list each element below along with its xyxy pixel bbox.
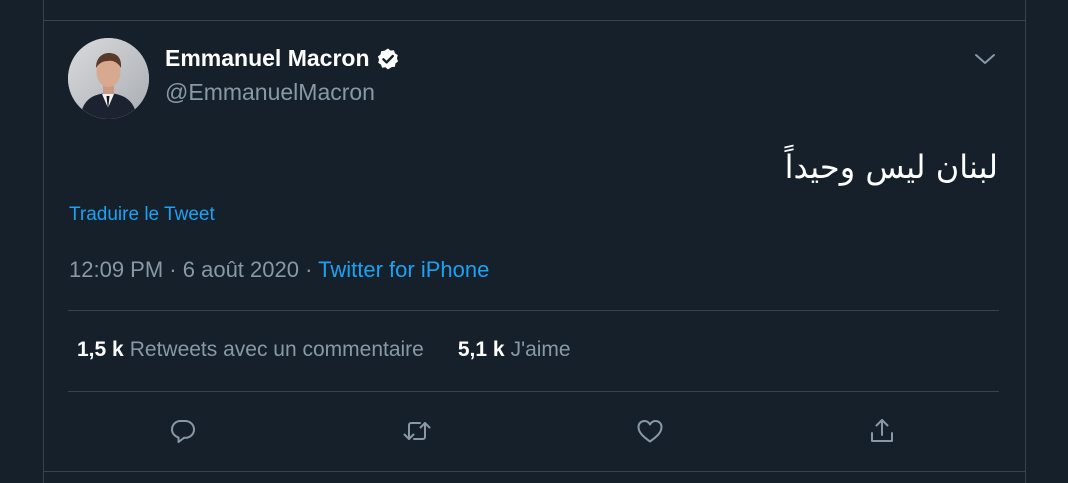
page: Emmanuel Macron @EmmanuelMacron لبنان لي… xyxy=(0,0,1068,483)
retweets-label: Retweets avec un commentaire xyxy=(129,338,424,361)
author-name[interactable]: Emmanuel Macron xyxy=(165,45,400,72)
tweet-stats: 1,5 k Retweets avec un commentaire 5,1 k… xyxy=(77,338,571,362)
tweet-actions xyxy=(44,413,1025,453)
tweet-source-link[interactable]: Twitter for iPhone xyxy=(318,257,489,282)
avatar[interactable] xyxy=(68,38,149,119)
reply-button[interactable] xyxy=(165,413,201,449)
stats-bottom-divider xyxy=(68,391,999,392)
likes-stat[interactable]: 5,1 k J'aime xyxy=(458,338,571,362)
likes-count: 5,1 k xyxy=(457,338,505,361)
author-handle[interactable]: @EmmanuelMacron xyxy=(165,79,375,106)
stats-top-divider xyxy=(68,310,999,311)
retweets-stat[interactable]: 1,5 k Retweets avec un commentaire xyxy=(77,338,424,362)
author-name-text: Emmanuel Macron xyxy=(165,45,370,71)
reply-icon xyxy=(171,420,195,443)
chevron-down-icon[interactable] xyxy=(972,50,998,68)
bottom-divider xyxy=(44,471,1025,472)
tweet-date[interactable]: 6 août 2020 xyxy=(183,257,299,282)
tweet-metadata: 12:09 PM · 6 août 2020 · Twitter for iPh… xyxy=(69,257,489,283)
meta-separator: · xyxy=(169,257,183,282)
share-button[interactable] xyxy=(864,413,900,449)
meta-separator: · xyxy=(305,257,319,282)
avatar-photo xyxy=(68,38,149,119)
share-icon xyxy=(871,419,893,442)
translate-tweet-link[interactable]: Traduire le Tweet xyxy=(69,204,215,226)
verified-badge-icon xyxy=(376,47,400,71)
like-button[interactable] xyxy=(632,413,668,449)
tweet-time[interactable]: 12:09 PM xyxy=(69,257,163,282)
tweet-body: لبنان ليس وحيداً xyxy=(784,148,998,186)
like-icon xyxy=(637,420,663,443)
top-divider xyxy=(44,20,1025,21)
tweet-column: Emmanuel Macron @EmmanuelMacron لبنان لي… xyxy=(43,0,1026,483)
retweet-icon xyxy=(403,422,431,440)
likes-label: J'aime xyxy=(510,338,571,361)
retweets-count: 1,5 k xyxy=(77,338,124,361)
retweet-button[interactable] xyxy=(399,413,435,449)
